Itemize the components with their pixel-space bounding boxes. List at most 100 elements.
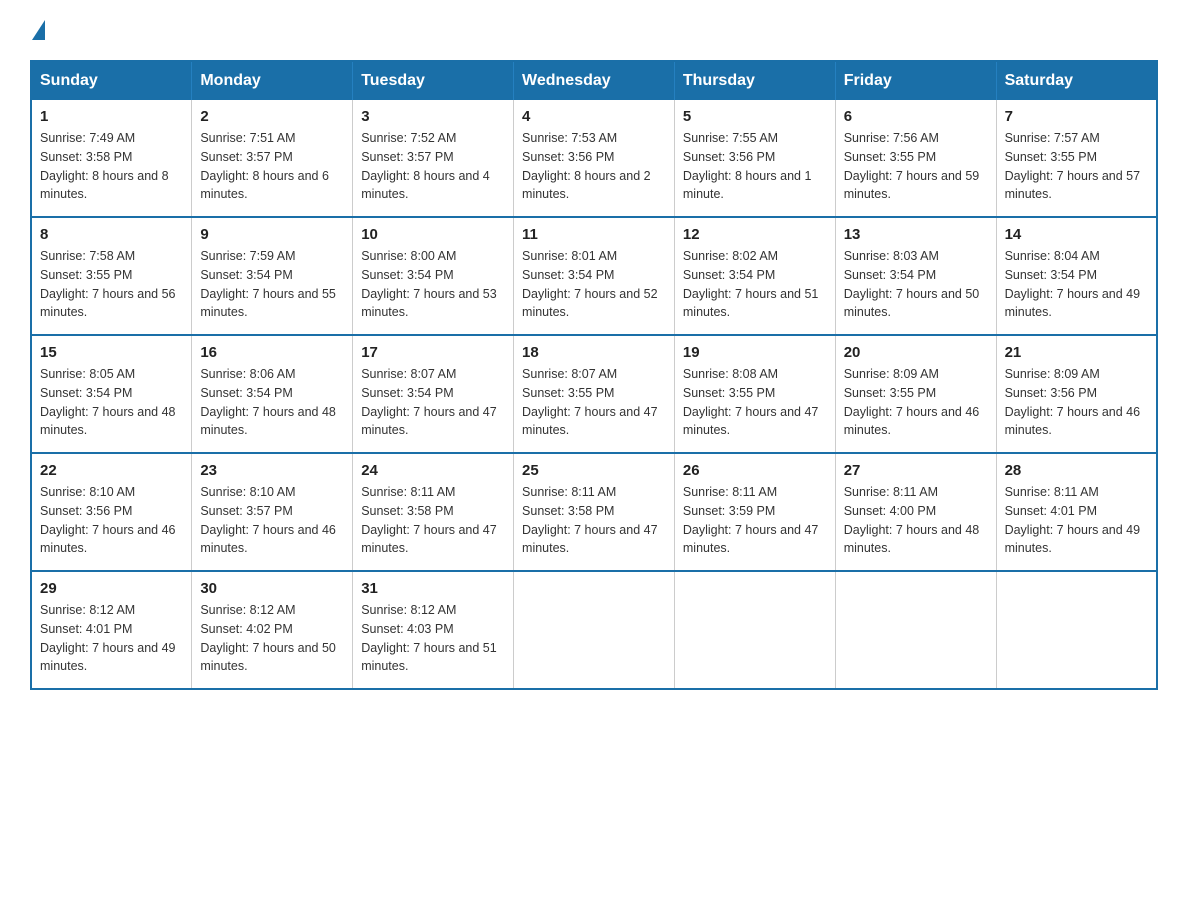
day-info: Sunrise: 7:49 AMSunset: 3:58 PMDaylight:… bbox=[40, 129, 183, 204]
calendar-cell: 7 Sunrise: 7:57 AMSunset: 3:55 PMDayligh… bbox=[996, 100, 1157, 217]
day-number: 8 bbox=[40, 226, 183, 243]
day-info: Sunrise: 8:09 AMSunset: 3:55 PMDaylight:… bbox=[844, 365, 988, 440]
calendar-header: SundayMondayTuesdayWednesdayThursdayFrid… bbox=[31, 61, 1157, 100]
day-info: Sunrise: 8:11 AMSunset: 4:00 PMDaylight:… bbox=[844, 483, 988, 558]
day-number: 14 bbox=[1005, 226, 1148, 243]
day-number: 9 bbox=[200, 226, 344, 243]
day-info: Sunrise: 7:51 AMSunset: 3:57 PMDaylight:… bbox=[200, 129, 344, 204]
calendar-cell: 1 Sunrise: 7:49 AMSunset: 3:58 PMDayligh… bbox=[31, 100, 192, 217]
calendar-cell: 16 Sunrise: 8:06 AMSunset: 3:54 PMDaylig… bbox=[192, 335, 353, 453]
day-number: 27 bbox=[844, 462, 988, 479]
calendar-cell: 8 Sunrise: 7:58 AMSunset: 3:55 PMDayligh… bbox=[31, 217, 192, 335]
day-number: 6 bbox=[844, 108, 988, 125]
day-number: 2 bbox=[200, 108, 344, 125]
day-info: Sunrise: 8:04 AMSunset: 3:54 PMDaylight:… bbox=[1005, 247, 1148, 322]
day-info: Sunrise: 8:09 AMSunset: 3:56 PMDaylight:… bbox=[1005, 365, 1148, 440]
logo bbox=[30, 20, 45, 40]
header-row: SundayMondayTuesdayWednesdayThursdayFrid… bbox=[31, 61, 1157, 100]
calendar-cell: 6 Sunrise: 7:56 AMSunset: 3:55 PMDayligh… bbox=[835, 100, 996, 217]
header-day-wednesday: Wednesday bbox=[514, 61, 675, 100]
day-number: 23 bbox=[200, 462, 344, 479]
calendar-cell: 25 Sunrise: 8:11 AMSunset: 3:58 PMDaylig… bbox=[514, 453, 675, 571]
day-info: Sunrise: 8:07 AMSunset: 3:55 PMDaylight:… bbox=[522, 365, 666, 440]
day-number: 5 bbox=[683, 108, 827, 125]
day-info: Sunrise: 7:58 AMSunset: 3:55 PMDaylight:… bbox=[40, 247, 183, 322]
day-number: 12 bbox=[683, 226, 827, 243]
day-info: Sunrise: 8:11 AMSunset: 3:58 PMDaylight:… bbox=[522, 483, 666, 558]
day-number: 10 bbox=[361, 226, 505, 243]
calendar-cell: 10 Sunrise: 8:00 AMSunset: 3:54 PMDaylig… bbox=[353, 217, 514, 335]
calendar-cell: 18 Sunrise: 8:07 AMSunset: 3:55 PMDaylig… bbox=[514, 335, 675, 453]
page-header bbox=[30, 20, 1158, 40]
day-number: 20 bbox=[844, 344, 988, 361]
calendar-cell: 4 Sunrise: 7:53 AMSunset: 3:56 PMDayligh… bbox=[514, 100, 675, 217]
day-info: Sunrise: 8:12 AMSunset: 4:03 PMDaylight:… bbox=[361, 601, 505, 676]
day-number: 30 bbox=[200, 580, 344, 597]
day-info: Sunrise: 8:12 AMSunset: 4:02 PMDaylight:… bbox=[200, 601, 344, 676]
day-info: Sunrise: 8:03 AMSunset: 3:54 PMDaylight:… bbox=[844, 247, 988, 322]
day-number: 29 bbox=[40, 580, 183, 597]
header-day-saturday: Saturday bbox=[996, 61, 1157, 100]
day-info: Sunrise: 8:02 AMSunset: 3:54 PMDaylight:… bbox=[683, 247, 827, 322]
calendar-table: SundayMondayTuesdayWednesdayThursdayFrid… bbox=[30, 60, 1158, 690]
day-info: Sunrise: 7:59 AMSunset: 3:54 PMDaylight:… bbox=[200, 247, 344, 322]
calendar-cell: 5 Sunrise: 7:55 AMSunset: 3:56 PMDayligh… bbox=[674, 100, 835, 217]
calendar-cell: 14 Sunrise: 8:04 AMSunset: 3:54 PMDaylig… bbox=[996, 217, 1157, 335]
calendar-cell: 24 Sunrise: 8:11 AMSunset: 3:58 PMDaylig… bbox=[353, 453, 514, 571]
calendar-cell: 23 Sunrise: 8:10 AMSunset: 3:57 PMDaylig… bbox=[192, 453, 353, 571]
day-info: Sunrise: 8:06 AMSunset: 3:54 PMDaylight:… bbox=[200, 365, 344, 440]
logo-triangle-icon bbox=[32, 20, 45, 40]
calendar-cell: 13 Sunrise: 8:03 AMSunset: 3:54 PMDaylig… bbox=[835, 217, 996, 335]
day-number: 1 bbox=[40, 108, 183, 125]
week-row-5: 29 Sunrise: 8:12 AMSunset: 4:01 PMDaylig… bbox=[31, 571, 1157, 689]
calendar-cell: 22 Sunrise: 8:10 AMSunset: 3:56 PMDaylig… bbox=[31, 453, 192, 571]
day-info: Sunrise: 7:52 AMSunset: 3:57 PMDaylight:… bbox=[361, 129, 505, 204]
calendar-cell: 31 Sunrise: 8:12 AMSunset: 4:03 PMDaylig… bbox=[353, 571, 514, 689]
day-info: Sunrise: 7:56 AMSunset: 3:55 PMDaylight:… bbox=[844, 129, 988, 204]
day-number: 16 bbox=[200, 344, 344, 361]
day-info: Sunrise: 8:01 AMSunset: 3:54 PMDaylight:… bbox=[522, 247, 666, 322]
calendar-cell: 29 Sunrise: 8:12 AMSunset: 4:01 PMDaylig… bbox=[31, 571, 192, 689]
calendar-body: 1 Sunrise: 7:49 AMSunset: 3:58 PMDayligh… bbox=[31, 100, 1157, 689]
calendar-cell: 28 Sunrise: 8:11 AMSunset: 4:01 PMDaylig… bbox=[996, 453, 1157, 571]
day-number: 7 bbox=[1005, 108, 1148, 125]
calendar-cell bbox=[996, 571, 1157, 689]
day-info: Sunrise: 7:57 AMSunset: 3:55 PMDaylight:… bbox=[1005, 129, 1148, 204]
week-row-2: 8 Sunrise: 7:58 AMSunset: 3:55 PMDayligh… bbox=[31, 217, 1157, 335]
day-number: 26 bbox=[683, 462, 827, 479]
day-number: 15 bbox=[40, 344, 183, 361]
day-info: Sunrise: 8:10 AMSunset: 3:56 PMDaylight:… bbox=[40, 483, 183, 558]
day-number: 31 bbox=[361, 580, 505, 597]
calendar-cell: 26 Sunrise: 8:11 AMSunset: 3:59 PMDaylig… bbox=[674, 453, 835, 571]
day-info: Sunrise: 8:05 AMSunset: 3:54 PMDaylight:… bbox=[40, 365, 183, 440]
day-number: 13 bbox=[844, 226, 988, 243]
calendar-cell: 2 Sunrise: 7:51 AMSunset: 3:57 PMDayligh… bbox=[192, 100, 353, 217]
calendar-cell: 20 Sunrise: 8:09 AMSunset: 3:55 PMDaylig… bbox=[835, 335, 996, 453]
calendar-cell: 17 Sunrise: 8:07 AMSunset: 3:54 PMDaylig… bbox=[353, 335, 514, 453]
calendar-cell bbox=[835, 571, 996, 689]
day-number: 28 bbox=[1005, 462, 1148, 479]
day-number: 11 bbox=[522, 226, 666, 243]
header-day-monday: Monday bbox=[192, 61, 353, 100]
day-number: 22 bbox=[40, 462, 183, 479]
week-row-3: 15 Sunrise: 8:05 AMSunset: 3:54 PMDaylig… bbox=[31, 335, 1157, 453]
day-number: 25 bbox=[522, 462, 666, 479]
calendar-cell: 9 Sunrise: 7:59 AMSunset: 3:54 PMDayligh… bbox=[192, 217, 353, 335]
calendar-cell: 27 Sunrise: 8:11 AMSunset: 4:00 PMDaylig… bbox=[835, 453, 996, 571]
day-info: Sunrise: 8:11 AMSunset: 4:01 PMDaylight:… bbox=[1005, 483, 1148, 558]
day-info: Sunrise: 8:07 AMSunset: 3:54 PMDaylight:… bbox=[361, 365, 505, 440]
header-day-tuesday: Tuesday bbox=[353, 61, 514, 100]
calendar-cell: 19 Sunrise: 8:08 AMSunset: 3:55 PMDaylig… bbox=[674, 335, 835, 453]
day-info: Sunrise: 8:10 AMSunset: 3:57 PMDaylight:… bbox=[200, 483, 344, 558]
header-day-friday: Friday bbox=[835, 61, 996, 100]
day-info: Sunrise: 8:11 AMSunset: 3:58 PMDaylight:… bbox=[361, 483, 505, 558]
calendar-cell bbox=[674, 571, 835, 689]
day-info: Sunrise: 7:53 AMSunset: 3:56 PMDaylight:… bbox=[522, 129, 666, 204]
day-info: Sunrise: 8:12 AMSunset: 4:01 PMDaylight:… bbox=[40, 601, 183, 676]
day-info: Sunrise: 8:08 AMSunset: 3:55 PMDaylight:… bbox=[683, 365, 827, 440]
calendar-cell: 21 Sunrise: 8:09 AMSunset: 3:56 PMDaylig… bbox=[996, 335, 1157, 453]
day-number: 17 bbox=[361, 344, 505, 361]
day-info: Sunrise: 8:11 AMSunset: 3:59 PMDaylight:… bbox=[683, 483, 827, 558]
day-number: 21 bbox=[1005, 344, 1148, 361]
day-info: Sunrise: 7:55 AMSunset: 3:56 PMDaylight:… bbox=[683, 129, 827, 204]
